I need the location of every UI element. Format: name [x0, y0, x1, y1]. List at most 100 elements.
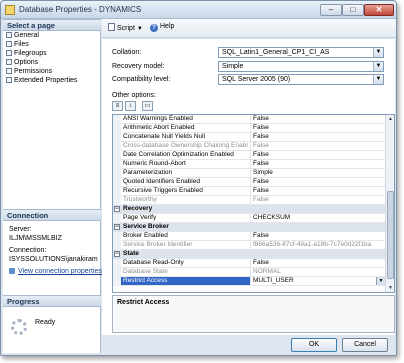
grid-scrollbar[interactable]: ▲ ▼	[385, 115, 394, 292]
scrollbar-thumb[interactable]	[387, 191, 394, 279]
cancel-button[interactable]: Cancel	[342, 338, 388, 352]
chevron-down-icon[interactable]: ▼	[373, 75, 383, 84]
category-row-recovery[interactable]: − Recovery	[113, 205, 385, 214]
maximize-icon: □	[350, 5, 356, 14]
property-value: False	[250, 142, 385, 150]
grid-row-selected[interactable]: Restrict Access MULTI_USER ▼	[113, 277, 385, 286]
property-value[interactable]: False	[250, 232, 385, 240]
recovery-model-select[interactable]: Simple ▼	[218, 61, 384, 72]
property-name: Arithmetic Abort Enabled	[123, 124, 195, 131]
property-value[interactable]: False	[250, 124, 385, 132]
category-name: State	[123, 250, 139, 257]
database-properties-window: Database Properties - DYNAMICS – □ ✕ Sel…	[0, 0, 397, 356]
grid-row[interactable]: Broker Enabled False	[113, 232, 385, 241]
property-value[interactable]: False	[250, 115, 385, 123]
compatibility-level-select[interactable]: SQL Server 2005 (90) ▼	[218, 74, 384, 85]
page-label: Files	[14, 41, 29, 48]
collapse-icon[interactable]: −	[114, 224, 120, 230]
title-bar[interactable]: Database Properties - DYNAMICS – □ ✕	[1, 1, 396, 19]
property-value[interactable]: False	[250, 133, 385, 141]
recovery-model-value: Simple	[222, 63, 244, 70]
view-connection-properties-link[interactable]: View connection properties	[9, 268, 102, 275]
progress-header: Progress	[3, 295, 101, 307]
page-icon	[6, 50, 12, 56]
collation-select[interactable]: SQL_Latin1_General_CP1_CI_AS ▼	[218, 47, 384, 58]
grid-row[interactable]: Database Read-Only False	[113, 259, 385, 268]
property-value[interactable]: False	[250, 160, 385, 168]
page-item-options[interactable]: Options	[6, 59, 38, 68]
property-name: Recursive Triggers Enabled	[123, 187, 203, 194]
help-label: Help	[160, 23, 175, 30]
page-icon	[6, 77, 12, 83]
script-button[interactable]: Script ▼	[108, 23, 143, 32]
grid-row[interactable]: Page Verify CHECKSUM	[113, 214, 385, 223]
compatibility-level-value: SQL Server 2005 (90)	[222, 76, 291, 83]
page-item-permissions[interactable]: Permissions	[6, 68, 52, 77]
grid-row: Trustworthy False	[113, 196, 385, 205]
collapse-icon[interactable]: −	[114, 206, 120, 212]
maximize-button[interactable]: □	[342, 4, 364, 16]
chevron-down-icon: ▼	[136, 26, 143, 32]
property-name: Restrict Access	[123, 277, 168, 284]
grid-row[interactable]: Arithmetic Abort Enabled False	[113, 124, 385, 133]
grid-row[interactable]: Concatenate Null Yields Null False	[113, 133, 385, 142]
grid-row[interactable]: Date Correlation Optimization Enabled Fal…	[113, 151, 385, 160]
property-value[interactable]: Simple	[250, 169, 385, 177]
chevron-down-icon[interactable]: ▼	[373, 62, 383, 71]
property-value: False	[250, 196, 385, 204]
alphabetical-sort-icon[interactable]: ↕	[125, 101, 136, 111]
property-value: MULTI_USER	[253, 277, 294, 284]
connection-header: Connection	[3, 209, 101, 221]
ok-button[interactable]: OK	[291, 338, 337, 352]
page-icon	[6, 32, 12, 38]
categorized-sort-icon[interactable]: ≡	[112, 101, 123, 111]
scroll-down-icon[interactable]: ▼	[387, 284, 394, 292]
category-row-state[interactable]: − State	[113, 250, 385, 259]
collapse-icon[interactable]: −	[114, 251, 120, 257]
options-property-grid: ANSI Warnings Enabled False Arithmetic Ab…	[112, 114, 395, 293]
grid-row: Service Broker Identifier f866a536-87cf-4…	[113, 241, 385, 250]
left-pane: Select a page General Files Filegroups O…	[3, 19, 102, 353]
grid-row[interactable]: Recursive Triggers Enabled False	[113, 187, 385, 196]
connection-value: ISYSSOLUTIONS\janakiram	[9, 256, 98, 263]
page-item-general[interactable]: General	[6, 32, 39, 41]
minimize-button[interactable]: –	[320, 4, 342, 16]
progress-spinner-icon	[11, 319, 27, 335]
grid-row[interactable]: ANSI Warnings Enabled False	[113, 115, 385, 124]
close-button[interactable]: ✕	[364, 4, 394, 16]
script-label: Script	[117, 25, 135, 32]
category-name: Service Broker	[123, 223, 169, 230]
property-value[interactable]: False	[250, 151, 385, 159]
page-item-extended-properties[interactable]: Extended Properties	[6, 77, 77, 86]
grid-row: Database State NORMAL	[113, 268, 385, 277]
page-item-files[interactable]: Files	[6, 41, 29, 50]
scroll-up-icon[interactable]: ▲	[387, 115, 394, 123]
page-label: Options	[14, 59, 39, 66]
grid-row[interactable]: Numeric Round-Abort False	[113, 160, 385, 169]
toolbar: Script ▼ ? Help	[102, 19, 396, 38]
page-item-filegroups[interactable]: Filegroups	[6, 50, 47, 59]
help-button[interactable]: ? Help	[150, 23, 174, 32]
property-name: Page Verify	[123, 214, 157, 221]
grid-row[interactable]: Parameterization Simple	[113, 169, 385, 178]
property-value[interactable]: False	[250, 259, 385, 267]
property-name: Date Correlation Optimization Enabled	[123, 151, 234, 158]
property-name: Broker Enabled	[123, 232, 168, 239]
recovery-model-label: Recovery model:	[112, 63, 165, 70]
property-pages-icon[interactable]: ▭	[142, 101, 153, 111]
chevron-down-icon[interactable]: ▼	[373, 48, 383, 57]
options-page: Collation: SQL_Latin1_General_CP1_CI_AS ▼…	[102, 39, 395, 335]
property-value[interactable]: False	[250, 178, 385, 186]
restrict-access-select[interactable]: MULTI_USER ▼	[250, 277, 385, 285]
database-icon	[5, 5, 15, 15]
category-row-service-broker[interactable]: − Service Broker	[113, 223, 385, 232]
property-value[interactable]: False	[250, 187, 385, 195]
property-value: f866a536-87cf-49a1-a18b-7c7e0d22f1ba	[250, 241, 385, 249]
grid-row[interactable]: Quoted Identifiers Enabled False	[113, 178, 385, 187]
property-value[interactable]: CHECKSUM	[250, 214, 385, 222]
property-name: Trustworthy	[123, 196, 157, 203]
compatibility-level-label: Compatibility level:	[112, 76, 171, 83]
property-name: Concatenate Null Yields Null	[123, 133, 206, 140]
link-label: View connection properties	[18, 268, 102, 275]
chevron-down-icon[interactable]: ▼	[376, 277, 385, 285]
